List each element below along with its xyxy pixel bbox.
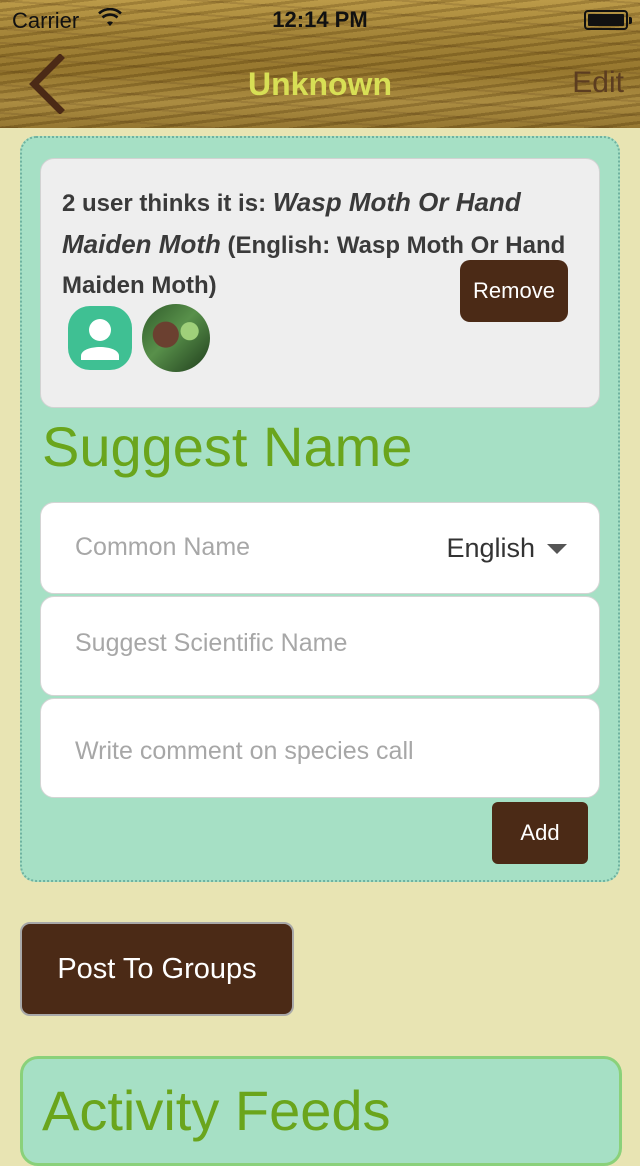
- avatar[interactable]: [68, 306, 132, 370]
- language-select[interactable]: English: [446, 533, 567, 564]
- scientific-name-field[interactable]: Suggest Scientific Name: [40, 596, 600, 696]
- post-to-groups-button[interactable]: Post To Groups: [20, 922, 294, 1016]
- common-name-placeholder: Common Name: [75, 533, 251, 561]
- edit-button[interactable]: Edit: [572, 66, 624, 100]
- user-icon: [81, 319, 119, 360]
- suggest-name-heading: Suggest Name: [42, 415, 413, 478]
- remove-button[interactable]: Remove: [460, 260, 568, 322]
- suggestion-prefix: 2 user thinks it is:: [62, 190, 273, 217]
- scientific-name-placeholder: Suggest Scientific Name: [75, 629, 348, 657]
- common-name-field[interactable]: Common Name English: [40, 502, 600, 594]
- activity-feeds-heading: Activity Feeds: [42, 1079, 391, 1142]
- clock: 12:14 PM: [272, 7, 368, 32]
- comment-placeholder: Write comment on species call: [75, 737, 414, 765]
- status-bar: Carrier 12:14 PM: [0, 0, 640, 40]
- language-value: English: [446, 533, 535, 563]
- battery-icon: [584, 10, 632, 30]
- page-title: Unknown: [248, 66, 392, 102]
- add-button[interactable]: Add: [492, 802, 588, 864]
- chevron-down-icon: [547, 543, 567, 554]
- comment-field[interactable]: Write comment on species call: [40, 698, 600, 798]
- avatar[interactable]: [142, 304, 210, 372]
